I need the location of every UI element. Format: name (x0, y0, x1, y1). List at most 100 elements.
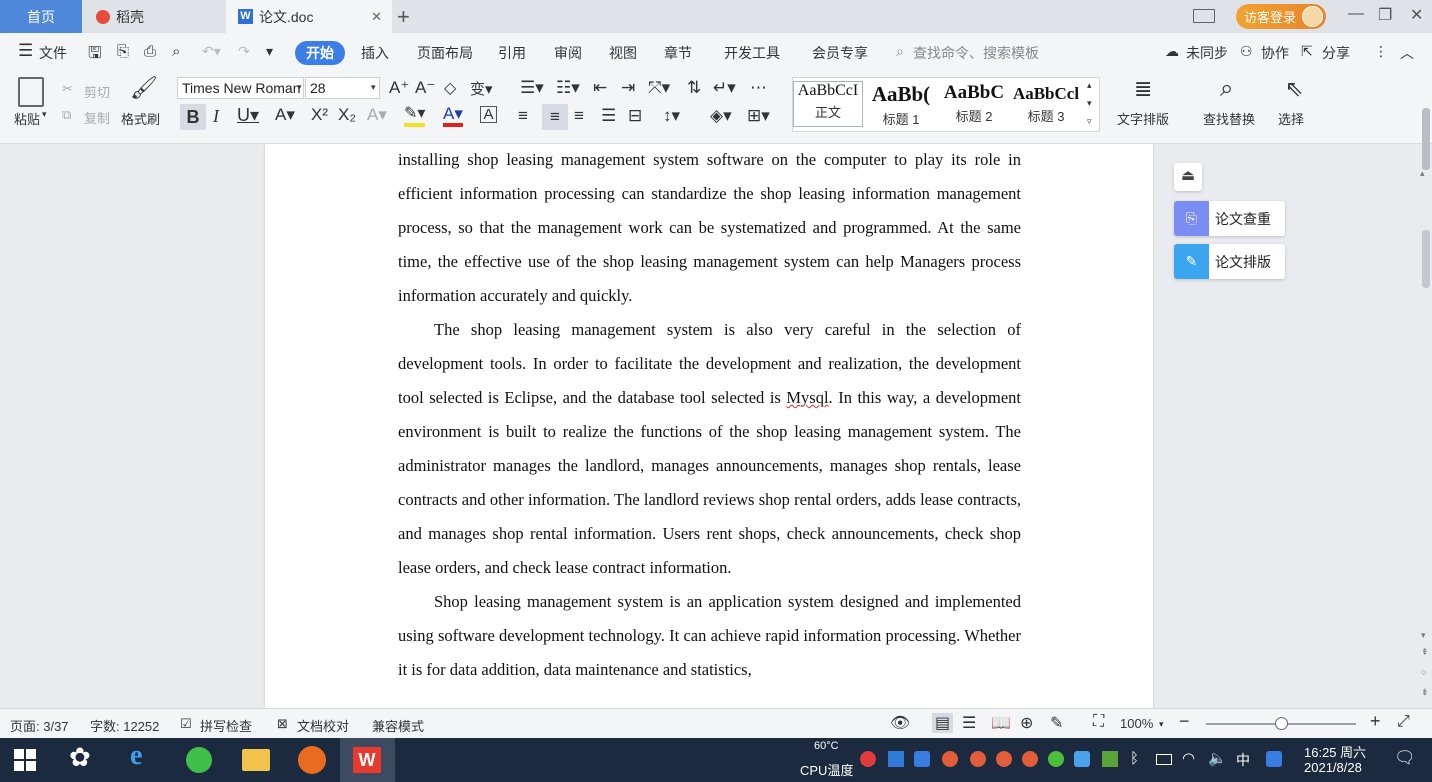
char-border-icon[interactable]: A (480, 106, 497, 123)
tray-qq-1-icon[interactable] (942, 751, 958, 767)
tray-blue-icon[interactable] (1074, 751, 1090, 767)
vertical-scrollbar[interactable]: ▴ ▾ ⇞ ○ ⇟ (1420, 108, 1432, 708)
menu-review[interactable]: 审阅 (554, 43, 582, 63)
clock-time[interactable]: 16:25 周六 (1304, 742, 1366, 761)
distribute-icon[interactable]: ⊟ (628, 106, 642, 126)
bold-icon[interactable]: B (180, 104, 206, 130)
menu-file[interactable]: 文件 (39, 43, 67, 63)
prev-page-icon[interactable]: ⇞ (1421, 647, 1429, 658)
proofread-button[interactable]: 文档校对 (297, 716, 349, 735)
select-cursor-icon[interactable]: ⇖ (1285, 76, 1303, 102)
tray-security-icon[interactable] (914, 751, 930, 767)
tray-qq-2-icon[interactable] (970, 751, 986, 767)
zoom-out-icon[interactable]: − (1179, 711, 1190, 732)
spell-error-mysql[interactable]: Mysql (786, 388, 828, 407)
tray-qq-3-icon[interactable] (996, 751, 1012, 767)
underline-icon[interactable]: U▾ (237, 105, 259, 126)
style-scroll-up-icon[interactable]: ▴ (1087, 80, 1092, 91)
copy-button[interactable]: 复制 (84, 108, 110, 127)
style-scroll-down-icon[interactable]: ▾ (1087, 98, 1092, 109)
select-browse-icon[interactable]: ○ (1421, 667, 1426, 677)
tab-home[interactable]: 首页 (0, 0, 82, 33)
style-heading-3[interactable]: AaBbCcl 标题 3 (1010, 82, 1082, 125)
font-size-select[interactable]: 28 (305, 77, 380, 99)
print-preview-icon[interactable]: ⌕ (172, 43, 180, 60)
style-heading-1[interactable]: AaBb( 标题 1 (865, 82, 937, 128)
save-icon[interactable]: 🖫 (88, 42, 102, 69)
decrease-indent-icon[interactable]: ⇤ (593, 78, 607, 98)
increase-indent-icon[interactable]: ⇥ (621, 78, 635, 98)
italic-icon[interactable]: I (213, 106, 219, 127)
scrollbar-thumb[interactable] (1422, 230, 1430, 288)
format-painter-icon[interactable]: 🖌 (130, 75, 158, 101)
file-explorer-icon[interactable] (242, 749, 270, 771)
cut-button[interactable]: 剪切 (84, 82, 110, 101)
eye-protection-icon[interactable]: 👁 (890, 713, 910, 733)
print-icon[interactable]: ⎙ (144, 43, 156, 60)
justify-icon[interactable]: ☰ (601, 106, 616, 126)
paper-check-button[interactable]: ⎘ 论文查重 (1174, 201, 1285, 236)
word-count[interactable]: 字数: 12252 (90, 716, 159, 735)
customize-toolbar-icon[interactable]: ▾ (266, 43, 273, 60)
volume-icon[interactable]: 🔈 (1208, 749, 1227, 767)
font-name-select[interactable]: Times New Roman (177, 77, 304, 99)
page-view-icon[interactable]: ▤ (932, 713, 954, 733)
paste-button[interactable]: 粘贴 (14, 109, 40, 128)
close-window-icon[interactable]: ✕ (1410, 5, 1423, 25)
browser-360-icon[interactable] (186, 747, 212, 773)
new-tab-icon[interactable]: + (397, 4, 410, 30)
bluetooth-icon[interactable]: ᛒ (1130, 750, 1139, 767)
menu-insert[interactable]: 插入 (361, 43, 389, 63)
network-icon[interactable]: ◠ (1182, 749, 1195, 767)
clear-format-icon[interactable]: ◇ (444, 78, 456, 98)
phonetic-guide-icon[interactable]: 变▾ (470, 78, 493, 99)
menu-chapter[interactable]: 章节 (664, 43, 692, 63)
text-layout-icon[interactable]: ≣ (1134, 76, 1152, 102)
superscript-icon[interactable]: X² (311, 105, 328, 125)
fit-page-icon[interactable]: ⛶ (1093, 713, 1104, 731)
bullet-list-icon[interactable]: ☰▾ (520, 78, 544, 98)
tab-document[interactable]: W 论文.doc ✕ (226, 0, 392, 33)
collab-button[interactable]: 协作 (1261, 43, 1289, 63)
tray-app-1-icon[interactable] (860, 751, 876, 767)
tab-docer[interactable]: 稻壳 (82, 0, 226, 33)
export-icon[interactable]: ⎘ (117, 43, 129, 60)
shrink-font-icon[interactable]: A⁻ (415, 78, 435, 98)
hamburger-icon[interactable]: ☰ (18, 41, 33, 61)
document-page[interactable]: installing shop leasing management syste… (265, 144, 1153, 708)
strikethrough-icon[interactable]: A▾ (275, 105, 295, 125)
next-page-icon[interactable]: ⇟ (1421, 687, 1429, 698)
tray-green-icon[interactable] (1048, 751, 1064, 767)
borders-icon[interactable]: ⊞▾ (747, 106, 770, 126)
collapse-ribbon-icon[interactable]: ︿ (1400, 43, 1414, 63)
web-view-icon[interactable]: ⊕ (1020, 713, 1033, 733)
menu-developer[interactable]: 开发工具 (724, 43, 780, 63)
tray-search-icon[interactable] (1266, 751, 1282, 767)
align-right-icon[interactable]: ≡ (574, 106, 584, 126)
font-color-icon[interactable]: A▾ (443, 105, 463, 127)
subscript-icon[interactable]: X₂ (338, 105, 356, 125)
more-icon[interactable]: ⋮ (1374, 43, 1388, 60)
tray-qq-4-icon[interactable] (1022, 751, 1038, 767)
document-body[interactable]: installing shop leasing management syste… (398, 144, 1021, 687)
redo-icon[interactable]: ↷ (238, 43, 250, 60)
input-method-indicator[interactable]: 中 (1236, 750, 1250, 770)
collapse-panel-icon[interactable]: ⏏ (1174, 163, 1202, 191)
minimize-icon[interactable]: — (1348, 5, 1364, 23)
align-left-icon[interactable]: ≡ (518, 106, 528, 126)
command-search-input[interactable]: 查找命令、搜索模板 (913, 43, 1039, 63)
text-layout-button[interactable]: 文字排版 (1117, 109, 1169, 128)
app-pinwheel-icon[interactable]: ✿ (69, 742, 99, 772)
battery-icon[interactable] (1156, 754, 1172, 765)
clock-date[interactable]: 2021/8/28 (1304, 760, 1362, 775)
numbered-list-icon[interactable]: ☷▾ (556, 78, 580, 98)
start-windows-icon[interactable] (14, 749, 36, 771)
spell-check-button[interactable]: 拼写检查 (200, 716, 252, 735)
paste-dropdown-icon[interactable]: ▾ (42, 109, 47, 120)
menu-member[interactable]: 会员专享 (812, 43, 868, 63)
tray-nvidia-icon[interactable] (1102, 751, 1118, 767)
tray-app-2-icon[interactable] (888, 751, 904, 767)
style-more-icon[interactable]: ▿ (1087, 116, 1092, 127)
format-painter-button[interactable]: 格式刷 (121, 109, 160, 128)
zoom-slider-knob[interactable] (1275, 717, 1288, 730)
